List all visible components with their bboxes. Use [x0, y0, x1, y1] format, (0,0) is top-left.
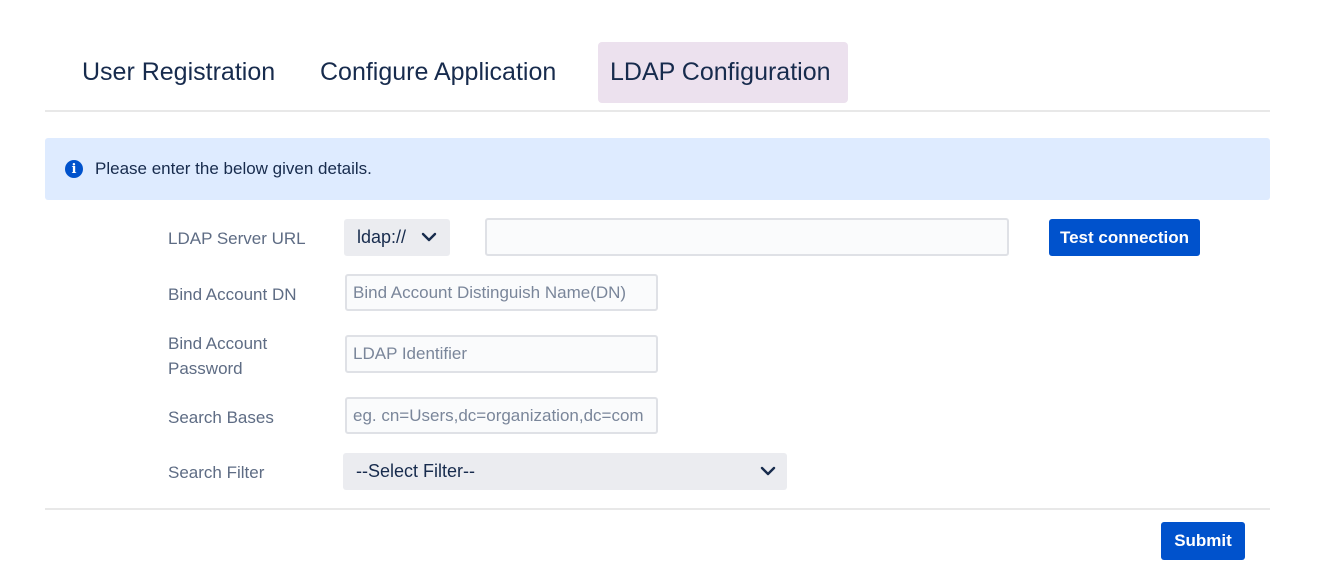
info-banner: i Please enter the below given details.	[45, 138, 1270, 200]
bind-dn-input[interactable]	[345, 274, 658, 311]
submit-button[interactable]: Submit	[1161, 522, 1245, 560]
ldap-configuration-page: User Registration Configure Application …	[0, 0, 1319, 585]
chevron-down-icon	[760, 466, 776, 476]
tab-user-registration[interactable]: User Registration	[82, 42, 275, 103]
server-url-label: LDAP Server URL	[168, 229, 306, 248]
search-filter-label: Search Filter	[168, 463, 265, 482]
protocol-select[interactable]: ldap://	[344, 219, 450, 256]
tab-ldap-configuration[interactable]: LDAP Configuration	[598, 42, 848, 103]
chevron-down-icon	[421, 232, 437, 242]
footer-divider	[45, 508, 1270, 510]
tab-configure-application[interactable]: Configure Application	[320, 42, 556, 103]
info-banner-text: Please enter the below given details.	[95, 159, 372, 178]
search-filter-value: --Select Filter--	[356, 461, 476, 481]
tab-bar: User Registration Configure Application …	[45, 42, 1270, 112]
test-connection-button[interactable]: Test connection	[1049, 219, 1200, 256]
bind-dn-label: Bind Account DN	[168, 285, 297, 304]
bind-password-label: Bind Account Password	[168, 334, 268, 378]
server-url-input[interactable]	[485, 218, 1009, 256]
info-icon: i	[65, 160, 83, 178]
protocol-select-value: ldap://	[357, 227, 407, 247]
search-filter-select[interactable]: --Select Filter--	[343, 453, 787, 490]
bind-password-input[interactable]	[345, 335, 658, 373]
search-bases-label: Search Bases	[168, 408, 274, 427]
search-bases-input[interactable]	[345, 397, 658, 434]
tab-divider	[45, 110, 1270, 112]
